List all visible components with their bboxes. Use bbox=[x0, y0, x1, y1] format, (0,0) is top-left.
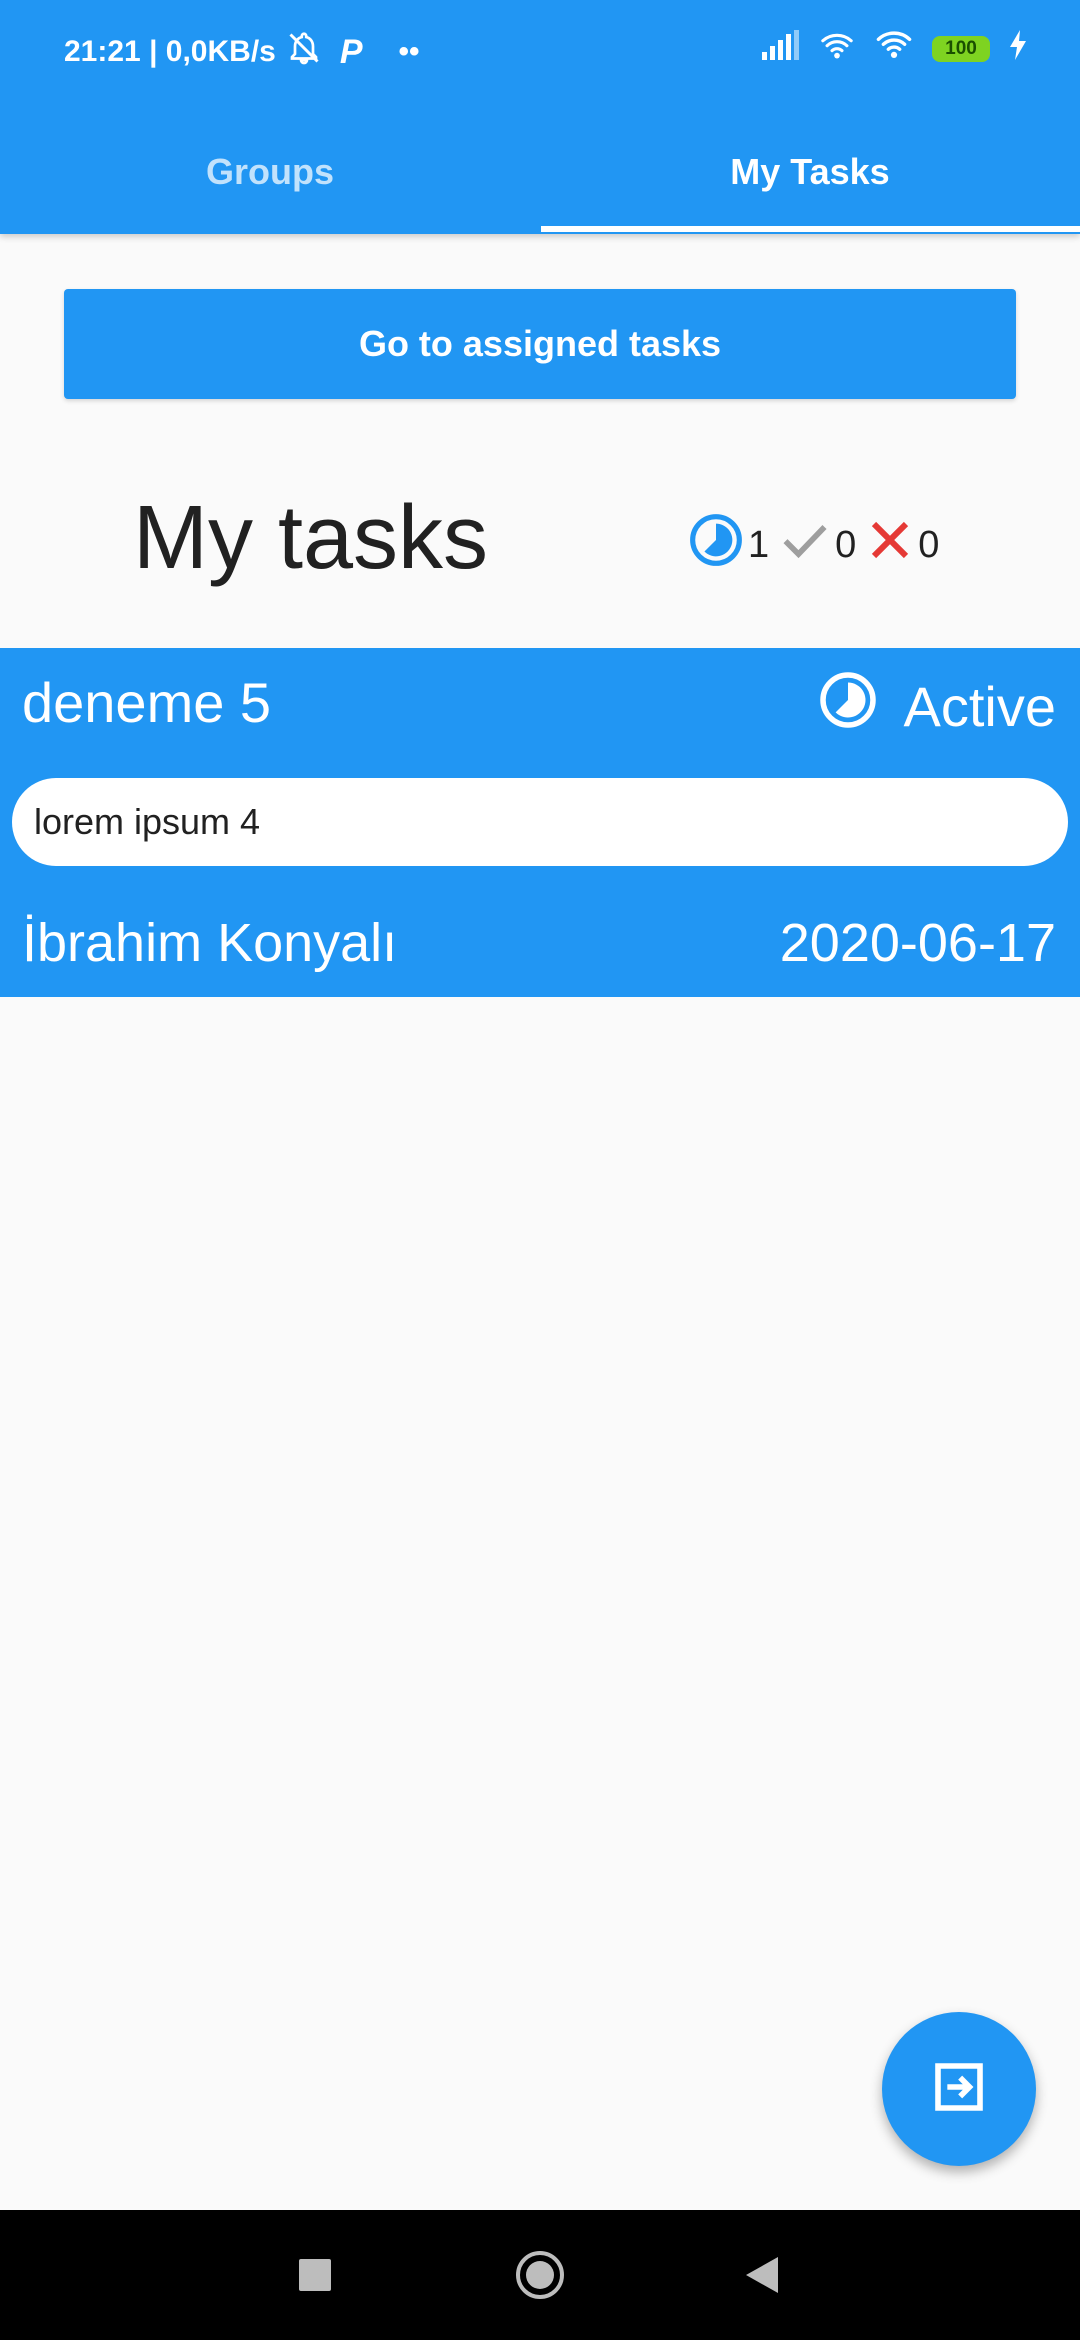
tab-my-tasks[interactable]: My Tasks bbox=[540, 110, 1080, 234]
status-left: 21:21 | 0,0KB/s P •• bbox=[64, 30, 420, 74]
active-count: 1 bbox=[748, 523, 770, 566]
close-icon bbox=[866, 516, 914, 574]
hotspot-wifi-icon bbox=[818, 28, 856, 70]
go-to-assigned-tasks-button[interactable]: Go to assigned tasks bbox=[64, 289, 1016, 399]
tab-bar: Groups My Tasks bbox=[0, 110, 1080, 234]
exit-fab-button[interactable] bbox=[882, 2012, 1036, 2166]
signal-icon bbox=[760, 30, 800, 68]
failed-count: 0 bbox=[918, 523, 940, 566]
status-more-dots: •• bbox=[398, 35, 420, 68]
system-nav-bar bbox=[0, 2210, 1080, 2340]
timelapse-icon bbox=[818, 670, 878, 743]
task-counters: 1 0 0 bbox=[688, 512, 949, 578]
tab-groups[interactable]: Groups bbox=[0, 110, 540, 234]
task-description: lorem ipsum 4 bbox=[12, 778, 1068, 866]
task-card[interactable]: deneme 5 Active lorem ipsum 4 İbrahim Ko… bbox=[0, 648, 1080, 997]
done-count: 0 bbox=[835, 523, 857, 566]
task-date: 2020-06-17 bbox=[779, 913, 1056, 973]
wifi-icon bbox=[874, 28, 914, 70]
task-assignee: İbrahim Konyalı bbox=[22, 913, 398, 973]
battery-indicator: 100 bbox=[932, 36, 990, 62]
bell-off-icon bbox=[286, 30, 322, 74]
nav-recents-button[interactable] bbox=[255, 2210, 375, 2340]
parking-icon: P bbox=[339, 32, 363, 71]
nav-home-button[interactable] bbox=[480, 2210, 600, 2340]
task-status-label: Active bbox=[903, 675, 1057, 738]
task-status: Active bbox=[818, 670, 1057, 743]
charging-icon bbox=[1008, 30, 1028, 68]
page-title: My tasks bbox=[133, 488, 489, 588]
check-icon bbox=[779, 514, 831, 576]
status-time-speed: 21:21 | 0,0KB/s bbox=[64, 35, 276, 68]
app-bar: 21:21 | 0,0KB/s P •• 100 Groups My Tasks bbox=[0, 0, 1080, 234]
timelapse-icon bbox=[688, 512, 744, 578]
nav-back-button[interactable] bbox=[702, 2210, 822, 2340]
exit-to-app-icon bbox=[931, 2059, 987, 2120]
status-bar: 21:21 | 0,0KB/s P •• 100 bbox=[0, 0, 1080, 100]
task-title: deneme 5 bbox=[22, 671, 272, 734]
status-right: 100 bbox=[760, 28, 1028, 70]
tab-indicator bbox=[541, 226, 1080, 232]
